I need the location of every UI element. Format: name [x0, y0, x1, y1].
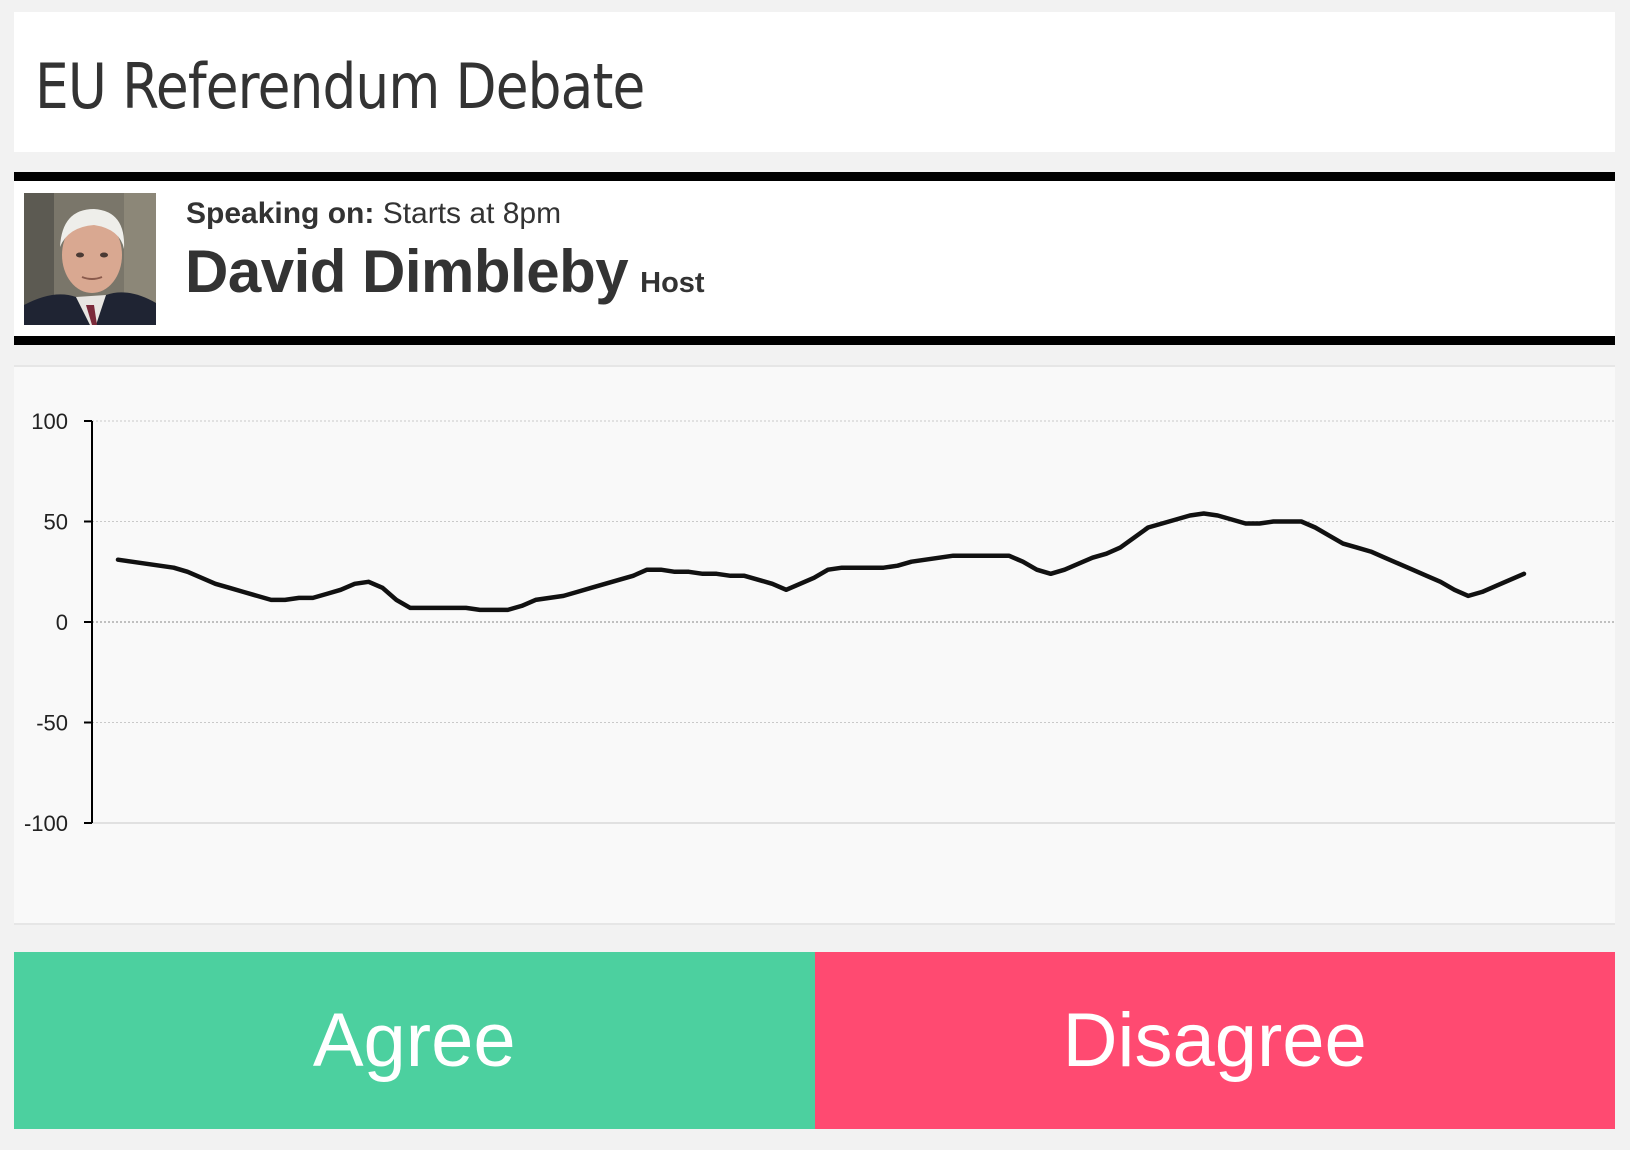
y-tick-label: 0 [56, 610, 68, 635]
speaker-name-line: David Dimbleby Host [185, 237, 705, 306]
title-card: EU Referendum Debate [14, 12, 1615, 152]
speaker-card: Speaking on: Starts at 8pm David Dimbleb… [14, 172, 1615, 345]
speaker-role: Host [640, 267, 705, 299]
y-tick-label: -100 [24, 811, 68, 836]
speaking-on-line: Speaking on: Starts at 8pm [186, 197, 561, 231]
vote-bar: Agree Disagree [14, 952, 1615, 1129]
speaking-topic: Starts at 8pm [382, 197, 562, 230]
y-tick-label: 50 [44, 510, 68, 535]
speaker-avatar [24, 193, 156, 325]
disagree-button[interactable]: Disagree [814, 952, 1615, 1129]
agree-button[interactable]: Agree [14, 952, 815, 1129]
speaker-photo [24, 193, 156, 325]
sentiment-line [115, 511, 1527, 613]
y-tick-label: -50 [36, 711, 68, 736]
chart-svg: 100 50 0 -50 -100 [24, 409, 1615, 836]
y-tick-label: 100 [31, 409, 68, 434]
page-title: EU Referendum Debate [35, 50, 645, 123]
speaker-name: David Dimbleby [185, 238, 629, 305]
speaking-on-label: Speaking on: [186, 197, 375, 230]
sentiment-chart: 100 50 0 -50 -100 [14, 365, 1615, 925]
